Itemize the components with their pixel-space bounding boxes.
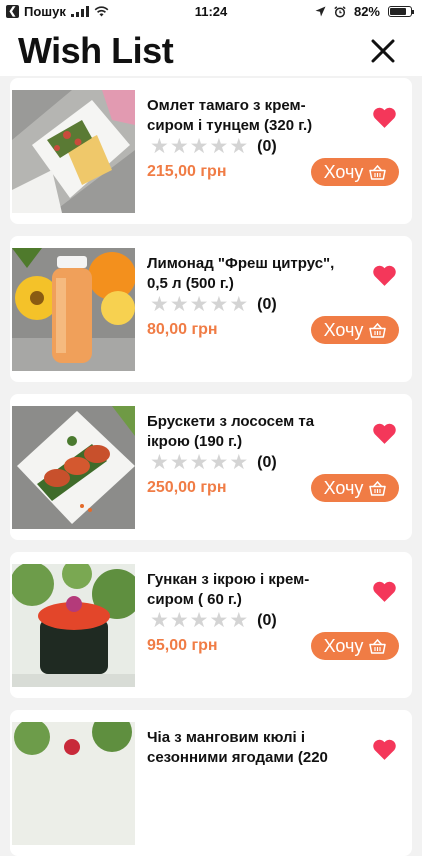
item-price: 95,00 грн bbox=[147, 637, 218, 654]
battery-percent: 82% bbox=[353, 4, 380, 19]
star-icon: ★ bbox=[229, 135, 249, 158]
rating-count: (0) bbox=[257, 296, 277, 313]
rating: ★ ★ ★ ★ ★ (0) bbox=[150, 136, 277, 158]
list-item: Чіа з манговим кюлі і сезонними ягодами … bbox=[10, 710, 412, 856]
product-image-gunkan[interactable] bbox=[12, 564, 135, 687]
basket-icon bbox=[369, 480, 387, 496]
product-image-omelette[interactable] bbox=[12, 90, 135, 213]
star-icon: ★ bbox=[189, 135, 209, 158]
alarm-icon bbox=[334, 5, 346, 18]
item-name: Гункан з ікрою і крем-сиром ( 60 г.) bbox=[147, 571, 310, 608]
star-icon: ★ bbox=[150, 609, 169, 632]
star-icon: ★ bbox=[209, 609, 229, 632]
item-name: Омлет тамаго з крем-сиром і тунцем (320 … bbox=[147, 97, 313, 134]
want-button-label: Хочу bbox=[323, 161, 364, 182]
rating: ★ ★ ★ ★ ★ (0) bbox=[150, 452, 277, 474]
header: Wish List bbox=[0, 24, 422, 76]
want-button-label: Хочу bbox=[323, 635, 364, 656]
basket-icon bbox=[369, 638, 387, 654]
item-name: Лимонад "Фреш цитрус", 0,5 л (500 г.) bbox=[147, 255, 335, 292]
star-icon: ★ bbox=[169, 293, 189, 316]
heart-icon[interactable] bbox=[372, 580, 397, 603]
star-icon: ★ bbox=[169, 451, 189, 474]
item-name: Брускети з лососем та ікрою (190 г.) bbox=[147, 413, 315, 450]
item-price: 80,00 грн bbox=[147, 321, 218, 338]
item-price: 215,00 грн bbox=[147, 163, 227, 180]
want-button[interactable]: Хочу bbox=[311, 316, 399, 344]
star-icon: ★ bbox=[150, 293, 169, 316]
status-bar: ❮ Пошук 11:24 82% bbox=[0, 0, 422, 24]
location-arrow-icon bbox=[315, 6, 326, 17]
star-icon: ★ bbox=[150, 135, 169, 158]
star-icon: ★ bbox=[189, 609, 209, 632]
want-button-label: Хочу bbox=[323, 477, 364, 498]
want-button[interactable]: Хочу bbox=[311, 158, 399, 186]
heart-icon[interactable] bbox=[372, 422, 397, 445]
product-image-chia[interactable] bbox=[12, 722, 135, 845]
heart-icon[interactable] bbox=[372, 106, 397, 129]
heart-icon[interactable] bbox=[372, 264, 397, 287]
rating-count: (0) bbox=[257, 454, 277, 471]
star-icon: ★ bbox=[189, 451, 209, 474]
rating: ★ ★ ★ ★ ★ (0) bbox=[150, 610, 277, 632]
list-item: Брускети з лососем та ікрою (190 г.) ★ ★… bbox=[10, 394, 412, 540]
want-button[interactable]: Хочу bbox=[311, 474, 399, 502]
list-item: Лимонад "Фреш цитрус", 0,5 л (500 г.) ★ … bbox=[10, 236, 412, 382]
product-image-bruschetta[interactable] bbox=[12, 406, 135, 529]
rating: ★ ★ ★ ★ ★ (0) bbox=[150, 294, 277, 316]
star-icon: ★ bbox=[169, 135, 189, 158]
star-icon: ★ bbox=[209, 451, 229, 474]
star-icon: ★ bbox=[189, 293, 209, 316]
item-price: 250,00 грн bbox=[147, 479, 227, 496]
want-button-label: Хочу bbox=[323, 319, 364, 340]
star-icon: ★ bbox=[209, 293, 229, 316]
battery-icon bbox=[388, 6, 414, 17]
item-name: Чіа з манговим кюлі і сезонними ягодами … bbox=[147, 729, 328, 766]
star-icon: ★ bbox=[229, 451, 249, 474]
basket-icon bbox=[369, 164, 387, 180]
star-icon: ★ bbox=[229, 609, 249, 632]
star-icon: ★ bbox=[150, 451, 169, 474]
list-item: Омлет тамаго з крем-сиром і тунцем (320 … bbox=[10, 78, 412, 224]
star-icon: ★ bbox=[209, 135, 229, 158]
rating-count: (0) bbox=[257, 612, 277, 629]
product-image-lemonade[interactable] bbox=[12, 248, 135, 371]
star-icon: ★ bbox=[169, 609, 189, 632]
list-item: Гункан з ікрою і крем-сиром ( 60 г.) ★ ★… bbox=[10, 552, 412, 698]
close-icon[interactable] bbox=[370, 38, 396, 64]
basket-icon bbox=[369, 322, 387, 338]
rating-count: (0) bbox=[257, 138, 277, 155]
page-title: Wish List bbox=[18, 30, 174, 71]
star-icon: ★ bbox=[229, 293, 249, 316]
want-button[interactable]: Хочу bbox=[311, 632, 399, 660]
